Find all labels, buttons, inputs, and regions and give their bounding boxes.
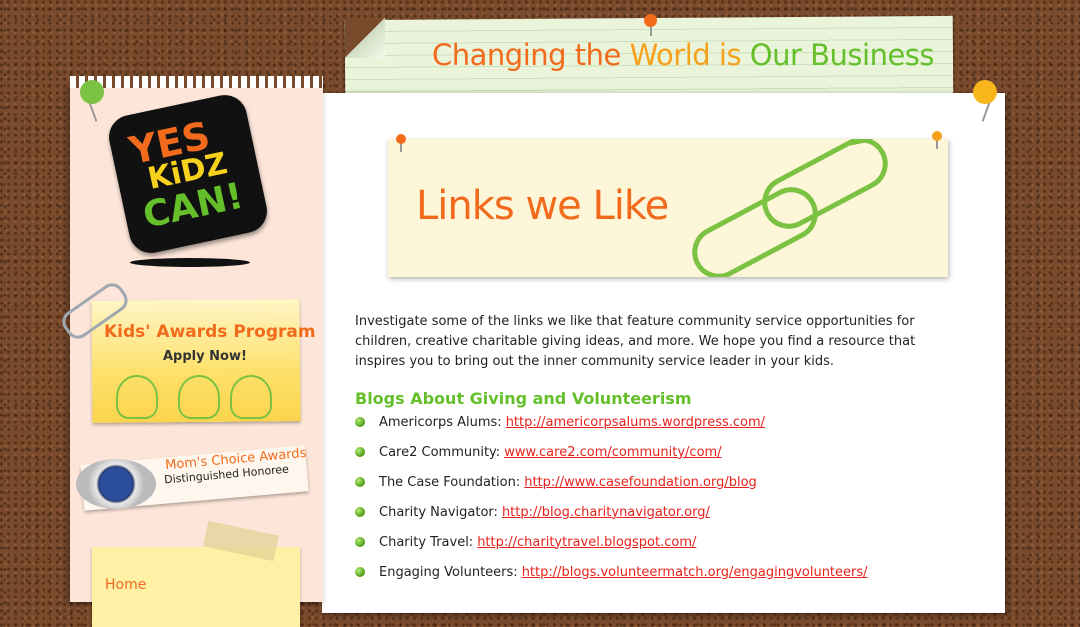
moms-choice-seal-icon: [76, 459, 156, 509]
kid-illustration-icon: [116, 375, 158, 419]
page-title: Links we Like: [416, 183, 669, 229]
sidebar-torn-edge: [70, 76, 323, 88]
link-url[interactable]: http://charitytravel.blogspot.com/: [477, 535, 696, 550]
logo-shadow: [130, 258, 250, 267]
link-label: Care2 Community:: [379, 444, 501, 460]
list-item: Charity Travel: http://charitytravel.blo…: [355, 532, 696, 552]
link-label: Charity Navigator:: [379, 504, 498, 520]
link-label: Charity Travel:: [379, 534, 474, 550]
nav-home-link[interactable]: Home: [105, 577, 146, 593]
link-url[interactable]: http://blog.charitynavigator.org/: [502, 505, 710, 520]
bullet-icon: [355, 507, 365, 517]
link-label: The Case Foundation:: [379, 474, 521, 490]
list-item: Charity Navigator: http://blog.charityna…: [355, 502, 710, 522]
awards-title: Kids' Awards Program: [104, 322, 316, 342]
kid-illustration-icon: [230, 375, 272, 419]
slogan-part-1: Changing the: [432, 38, 630, 72]
list-item: Americorps Alums: http://americorpsalums…: [355, 412, 765, 432]
chain-link-icon: [692, 139, 888, 277]
list-item: Care2 Community: www.care2.com/community…: [355, 442, 722, 462]
yes-kidz-can-logo[interactable]: YES KiDZ CAN!: [104, 90, 272, 258]
slogan-part-2: World is: [629, 38, 750, 72]
link-url[interactable]: http://americorpsalums.wordpress.com/: [506, 415, 765, 430]
link-url[interactable]: www.care2.com/community/com/: [504, 445, 721, 460]
awards-apply-link[interactable]: Apply Now!: [163, 349, 247, 364]
bullet-icon: [355, 417, 365, 427]
bullet-icon: [355, 477, 365, 487]
bullet-icon: [355, 537, 365, 547]
bullet-icon: [355, 447, 365, 457]
site-slogan: Changing the World is Our Business: [432, 38, 935, 72]
slogan-part-3: Our Business: [749, 38, 935, 72]
link-label: Engaging Volunteers:: [379, 564, 518, 580]
link-label: Americorps Alums:: [379, 414, 502, 430]
section-heading: Blogs About Giving and Volunteerism: [355, 389, 692, 408]
list-item: The Case Foundation: http://www.casefoun…: [355, 472, 757, 492]
list-item: Engaging Volunteers: http://blogs.volunt…: [355, 562, 868, 582]
header-page-curl: [345, 18, 385, 58]
link-url[interactable]: http://blogs.volunteermatch.org/engaging…: [522, 565, 868, 580]
link-url[interactable]: http://www.casefoundation.org/blog: [524, 475, 757, 490]
intro-paragraph: Investigate some of the links we like th…: [355, 314, 916, 369]
kid-illustration-icon: [178, 375, 220, 419]
bullet-icon: [355, 567, 365, 577]
